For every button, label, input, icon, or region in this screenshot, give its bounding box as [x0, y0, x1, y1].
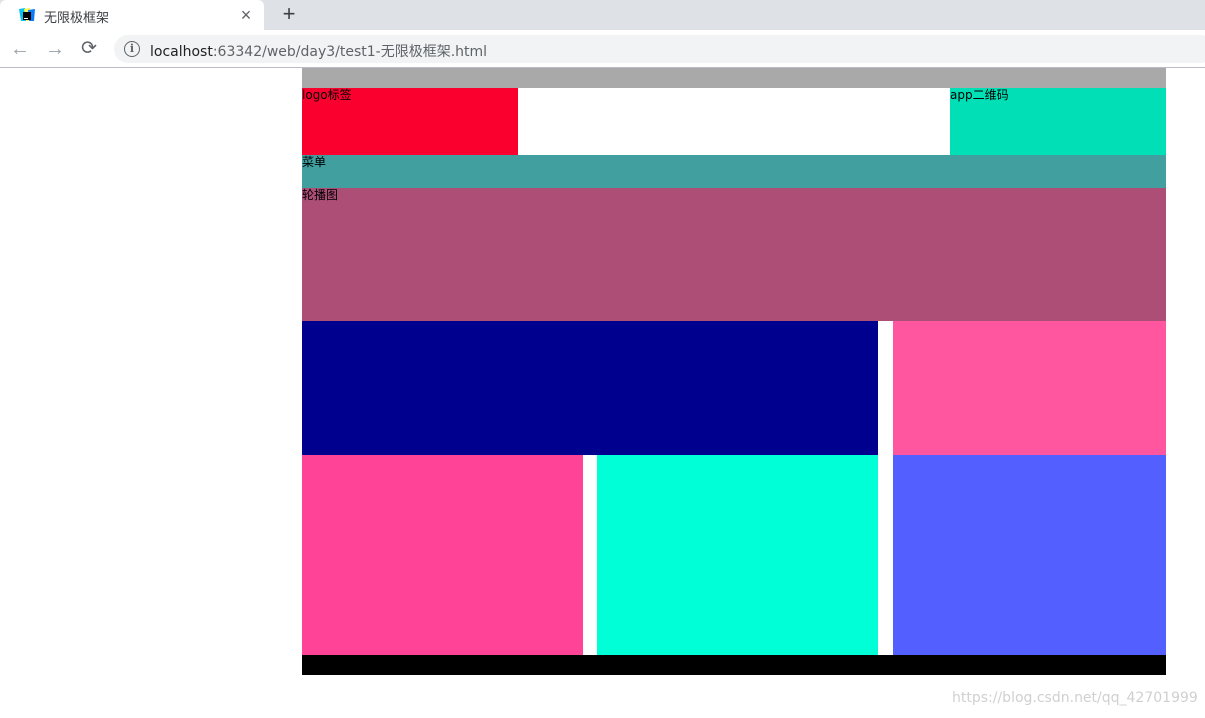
- url-path: :63342/web/day3/test1-无限极框架.html: [212, 44, 488, 60]
- webstorm-icon: [19, 8, 35, 22]
- forward-arrow-icon[interactable]: →: [43, 37, 67, 61]
- app-qrcode-block: app二维码: [950, 88, 1166, 155]
- tab-title: 无限极框架: [44, 11, 110, 26]
- address-bar[interactable]: i localhost:63342/web/day3/test1-无限极框架.h…: [114, 35, 1205, 63]
- new-tab-button[interactable]: +: [278, 3, 300, 25]
- content-main-block: [302, 321, 878, 455]
- watermark: https://blog.csdn.net/qq_42701999: [952, 690, 1198, 706]
- menu-bar: 菜单: [302, 155, 1166, 188]
- tab-strip: 无限极框架 × +: [0, 0, 1205, 30]
- footer-bar: [302, 655, 1166, 675]
- content-bottom-middle-block: [597, 455, 878, 655]
- top-bar: [302, 68, 1166, 88]
- reload-icon[interactable]: ⟳: [77, 37, 101, 61]
- url-host: localhost: [150, 44, 213, 60]
- carousel-block: 轮播图: [302, 188, 1166, 321]
- logo-block: logo标签: [302, 88, 518, 155]
- content-right-top-block: [893, 321, 1166, 455]
- url-text: localhost:63342/web/day3/test1-无限极框架.htm…: [150, 41, 487, 61]
- close-icon[interactable]: ×: [236, 5, 256, 25]
- info-icon[interactable]: i: [124, 41, 140, 57]
- browser-toolbar: ← → ⟳ i localhost:63342/web/day3/test1-无…: [0, 30, 1205, 68]
- back-arrow-icon[interactable]: ←: [8, 37, 32, 61]
- tab-active[interactable]: 无限极框架 ×: [0, 0, 264, 30]
- content-bottom-left-block: [302, 455, 583, 655]
- content-right-bottom-block: [893, 455, 1166, 655]
- page-frame: logo标签 app二维码 菜单 轮播图: [302, 68, 1166, 675]
- header-middle: [518, 88, 950, 155]
